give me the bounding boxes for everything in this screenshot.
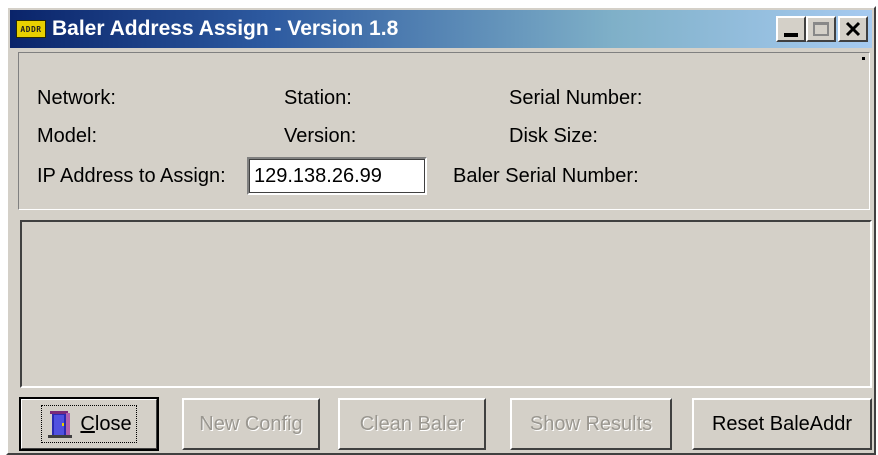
show-results-button[interactable]: Show Results [510, 398, 672, 450]
window-controls [776, 16, 868, 42]
new-config-button[interactable]: New Config [182, 398, 320, 450]
network-label: Network: [37, 87, 116, 109]
model-label: Model: [37, 125, 98, 147]
close-x-icon [845, 21, 861, 37]
station-label: Station: [284, 87, 352, 109]
close-button-focus: Close [41, 405, 137, 443]
app-window: ADDR Baler Address Assign - Version 1.8 … [6, 6, 876, 455]
serial-number-label: Serial Number: [509, 87, 643, 109]
disk-size-label: Disk Size: [509, 125, 598, 147]
close-button[interactable]: Close [19, 397, 159, 451]
title-bar[interactable]: ADDR Baler Address Assign - Version 1.8 [10, 10, 872, 48]
minimize-icon [784, 33, 798, 37]
door-exit-icon [48, 411, 73, 438]
maximize-icon [813, 22, 829, 36]
close-button-label: Close [80, 412, 132, 435]
ip-address-input[interactable] [247, 157, 427, 195]
close-window-button[interactable] [838, 16, 868, 42]
clean-baler-button[interactable]: Clean Baler [338, 398, 486, 450]
baler-info-panel: Network: Station: Serial Number: Model: … [18, 52, 870, 210]
app-icon: ADDR [16, 20, 46, 38]
minimize-button[interactable] [776, 16, 806, 42]
reset-baleaddr-button[interactable]: Reset BaleAddr [692, 398, 872, 450]
window-title: Baler Address Assign - Version 1.8 [52, 17, 399, 40]
panel-corner-mark [862, 57, 865, 60]
version-label: Version: [284, 125, 357, 147]
results-output-area[interactable] [20, 220, 872, 388]
baler-serial-number-label: Baler Serial Number: [453, 165, 639, 187]
ip-address-label: IP Address to Assign: [37, 165, 226, 187]
maximize-button[interactable] [806, 16, 836, 42]
